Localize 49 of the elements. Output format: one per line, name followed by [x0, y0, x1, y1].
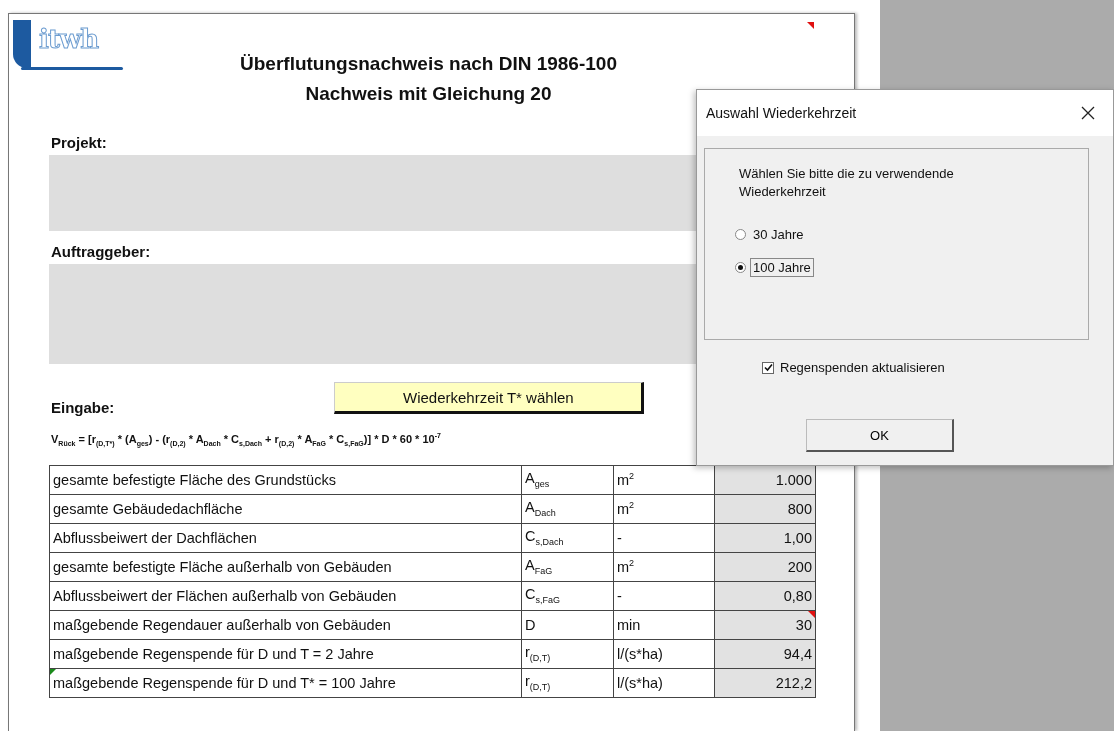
formula: V$_{Rück}$ = [r$_{(D,T*)}$ * (A$_{ges}$) - (r$_{(D,2)}$ * A$_{Dach}$ * C$_{s,Dach}$ + r$_{(D,2)}$ * A$_{FaG}$ * C$_{s,FaG}$)] * D * 60 * 10$^{-7}$ — [51, 432, 442, 447]
dialog-title: Auswahl Wiederkehrzeit — [706, 105, 857, 121]
logo: itwh — [13, 20, 123, 76]
table-cell: m$^{2}$ — [613, 494, 715, 524]
table-cell: maßgebende Regenspende für D und T* = 100 Jahre — [49, 668, 522, 698]
table-cell: A$_{ges}$ — [521, 465, 614, 495]
table-cell: maßgebende Regenspende für D und T = 2 Jahre — [49, 639, 522, 669]
table-cell: gesamte Gebäudedachfläche — [49, 494, 522, 524]
table-cell: maßgebende Regendauer außerhalb von Gebäuden — [49, 610, 522, 640]
table-cell: D — [521, 610, 614, 640]
table-cell: 0,80 — [714, 581, 816, 611]
table-cell: 1,00 — [714, 523, 816, 553]
radio-button[interactable] — [735, 229, 746, 240]
ok-button[interactable]: OK — [806, 419, 954, 452]
table-cell: 30 — [714, 610, 816, 640]
sheet-title: Überflutungsnachweis nach DIN 1986-100 — [239, 52, 618, 76]
table-cell: r$_{(D,T)}$ — [521, 668, 614, 698]
table-cell: - — [613, 581, 715, 611]
table-cell: 94,4 — [714, 639, 816, 669]
select-return-period-button[interactable]: Wiederkehrzeit T* wählen — [334, 382, 645, 414]
radio-label[interactable]: 30 Jahre — [750, 225, 807, 244]
sheet-title: Nachweis mit Gleichung 20 — [304, 82, 553, 106]
table-cell: m$^{2}$ — [613, 552, 715, 582]
section-label: Eingabe: — [50, 399, 115, 416]
table-cell: l/(s*ha) — [613, 639, 715, 669]
table-cell: 200 — [714, 552, 816, 582]
close-icon[interactable] — [1081, 106, 1095, 120]
table-cell: A$_{FaG}$ — [521, 552, 614, 582]
table-cell: 800 — [714, 494, 816, 524]
section-label: Auftraggeber: — [50, 242, 151, 262]
table-cell: 212,2 — [714, 668, 816, 698]
table-cell: Abflussbeiwert der Dachflächen — [49, 523, 522, 553]
radio-label[interactable]: 100 Jahre — [750, 258, 814, 277]
table-cell: Abflussbeiwert der Flächen außerhalb von Gebäuden — [49, 581, 522, 611]
checkbox[interactable] — [762, 361, 774, 374]
table-cell: r$_{(D,T)}$ — [521, 639, 614, 669]
table-cell: l/(s*ha) — [613, 668, 715, 698]
radio-button[interactable] — [735, 262, 746, 273]
checkbox-label[interactable]: Regenspenden aktualisieren — [780, 360, 945, 375]
table-cell: gesamte befestigte Fläche außerhalb von Gebäuden — [49, 552, 522, 582]
table-cell: - — [613, 523, 715, 553]
table-cell: gesamte befestigte Fläche des Grundstücks — [49, 465, 522, 495]
dialog-prompt: Wählen Sie bitte die zu verwendende Wiederkehrzeit — [739, 165, 955, 201]
table-cell: min — [613, 610, 715, 640]
table-cell: C$_{s,FaG}$ — [521, 581, 614, 611]
table-cell: 1.000 — [714, 465, 816, 495]
section-label: Projekt: — [50, 133, 107, 153]
table-cell: C$_{s,Dach}$ — [521, 523, 614, 553]
table-cell: A$_{Dach}$ — [521, 494, 614, 524]
